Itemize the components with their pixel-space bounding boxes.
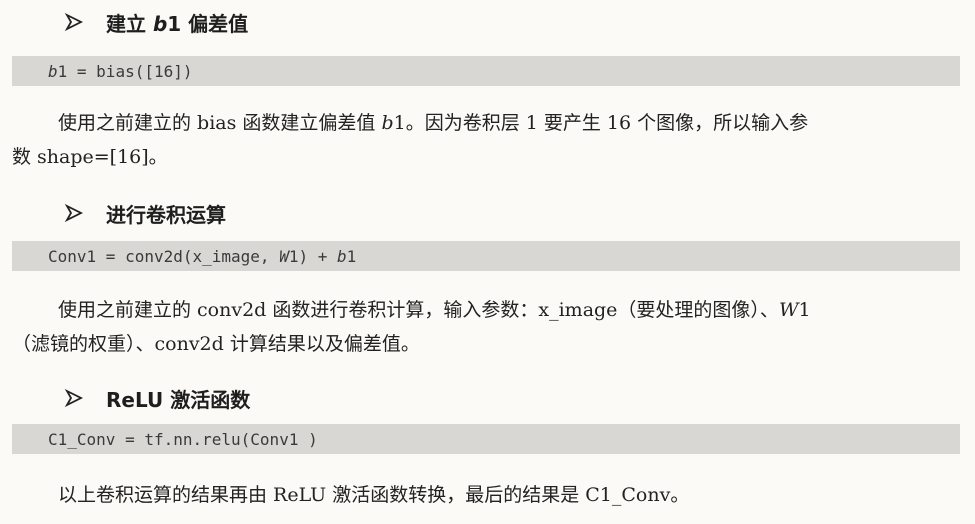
- paragraph-line: 以上卷积运算的结果再由 ReLU 激活函数转换，最后的结果是 C1_Conv。: [58, 484, 690, 506]
- code-line-convolution: Conv1 = conv2d(x_image, W 1) + b1: [12, 241, 960, 271]
- paragraph-convolution: 使用之前建立的 conv2d 函数进行卷积计算，输入参数：x_image（要处理…: [12, 293, 962, 361]
- paragraph-relu: 以上卷积运算的结果再由 ReLU 激活函数转换，最后的结果是 C1_Conv。: [12, 478, 962, 512]
- section-heading-relu: ReLU 激活函数: [64, 384, 250, 412]
- section-heading-convolution: 进行卷积运算: [64, 199, 226, 227]
- paragraph-line: 使用之前建立的 bias 函数建立偏差值 b1。因为卷积层 1 要产生 16 个…: [58, 112, 809, 134]
- code-line-bias: b1 = bias([16]): [12, 56, 960, 86]
- paragraph-bias: 使用之前建立的 bias 函数建立偏差值 b1。因为卷积层 1 要产生 16 个…: [12, 106, 962, 174]
- heading-text: 进行卷积运算: [106, 202, 226, 227]
- arrow-right-icon: [64, 203, 84, 223]
- arrow-right-icon: [64, 12, 84, 32]
- paragraph-line: 数 shape=[16]。: [12, 146, 168, 168]
- code-line-relu: C1_Conv = tf.nn.relu(Conv1 ): [12, 424, 960, 454]
- paragraph-line: 使用之前建立的 conv2d 函数进行卷积计算，输入参数：x_image（要处理…: [58, 299, 811, 321]
- heading-text: 建立 b1 偏差值: [106, 11, 249, 36]
- section-heading-bias: 建立 b1 偏差值: [64, 8, 248, 36]
- arrow-right-icon: [64, 388, 84, 408]
- heading-text: ReLU 激活函数: [106, 387, 251, 412]
- document-page: 建立 b1 偏差值 b1 = bias([16]) 使用之前建立的 bias 函…: [0, 0, 975, 524]
- paragraph-line: （滤镜的权重）、conv2d 计算结果以及偏差值。: [12, 333, 420, 355]
